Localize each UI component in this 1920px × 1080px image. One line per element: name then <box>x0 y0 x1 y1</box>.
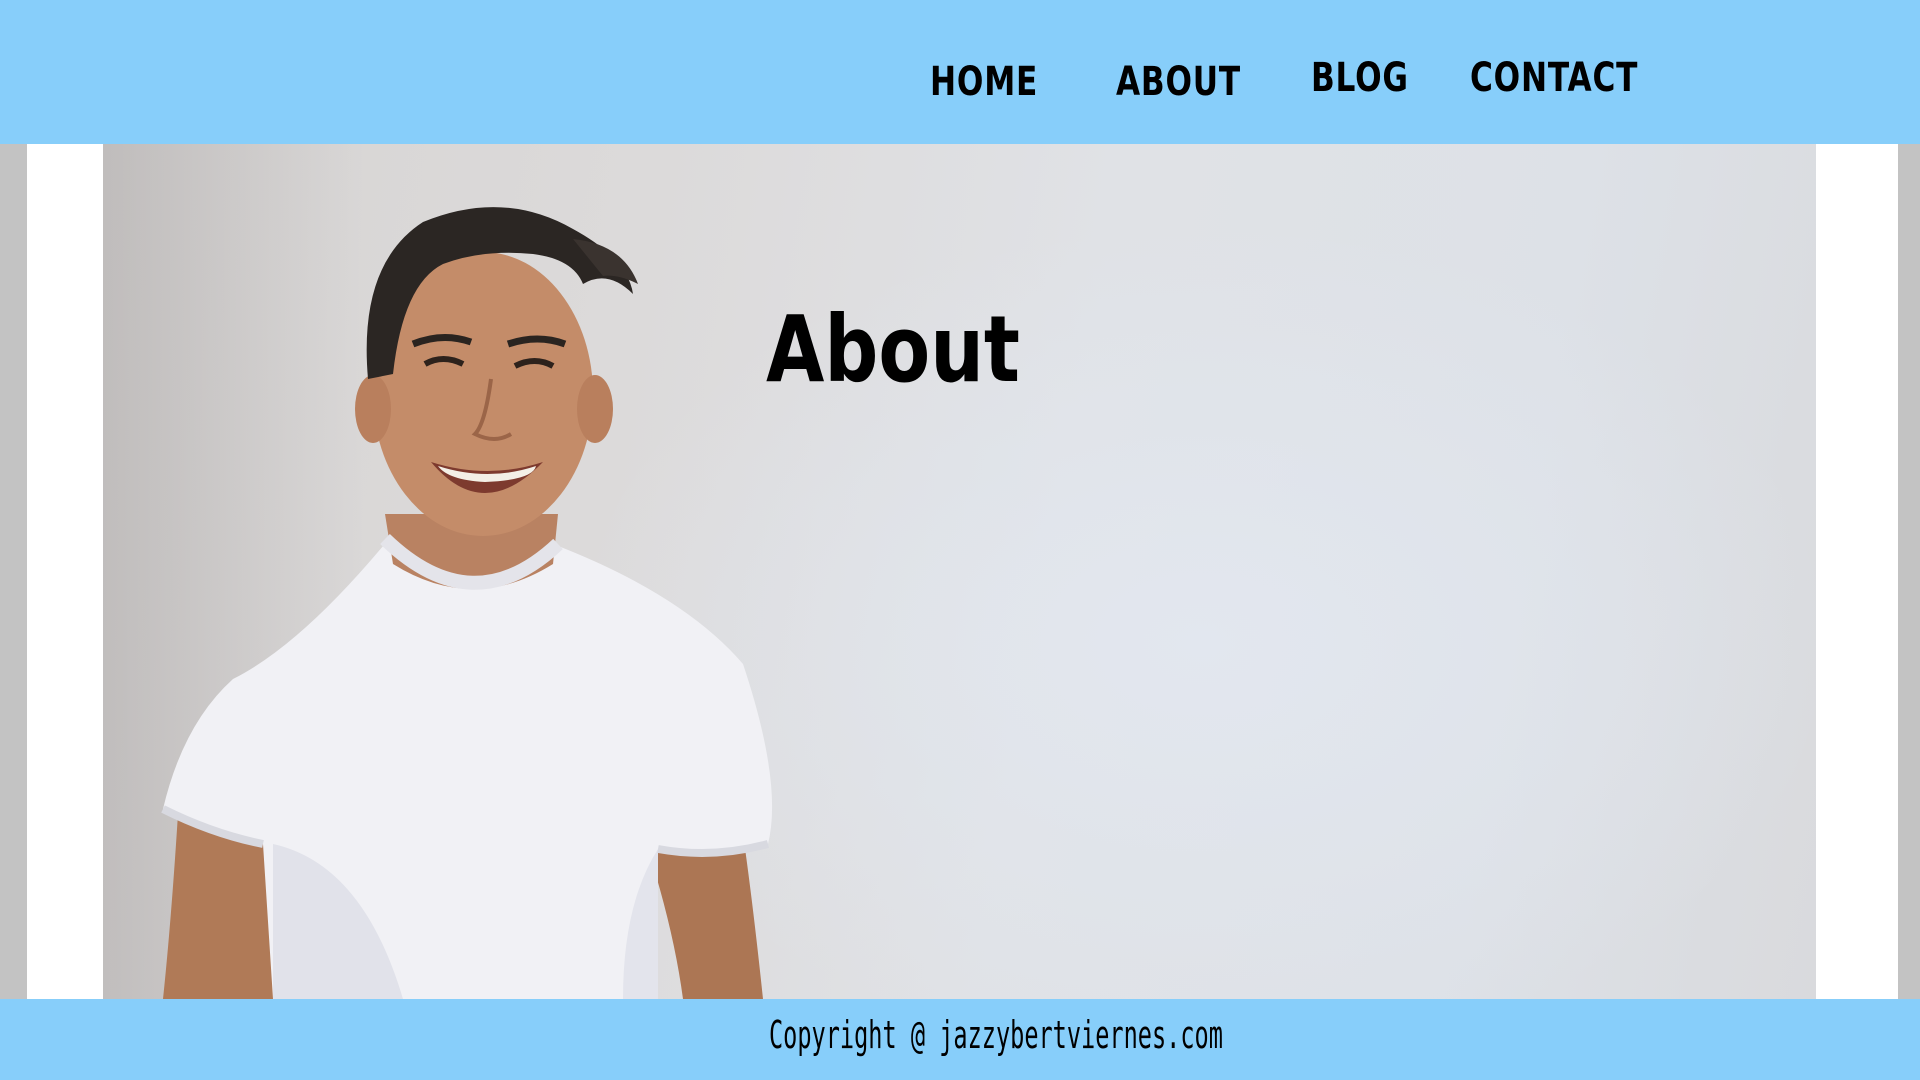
portrait-photo <box>161 207 773 999</box>
left-white-gutter <box>27 144 103 999</box>
footer-bar: Copyright @ jazzybertviernes.com <box>0 999 1920 1080</box>
page-title: About <box>766 295 1020 403</box>
left-gray-gutter <box>0 144 27 999</box>
about-hero-image: About <box>103 144 1816 999</box>
copyright-text: Copyright @ jazzybertviernes.com <box>769 1013 1223 1057</box>
right-white-gutter <box>1816 144 1898 999</box>
nav-link-about[interactable]: ABOUT <box>1116 55 1241 109</box>
nav-link-home[interactable]: HOME <box>930 55 1038 109</box>
top-nav-bar: HOME ABOUT BLOG CONTACT <box>0 0 1920 144</box>
nav-link-blog[interactable]: BLOG <box>1311 51 1409 105</box>
nav-link-contact[interactable]: CONTACT <box>1470 51 1638 105</box>
right-gray-gutter <box>1898 144 1920 999</box>
